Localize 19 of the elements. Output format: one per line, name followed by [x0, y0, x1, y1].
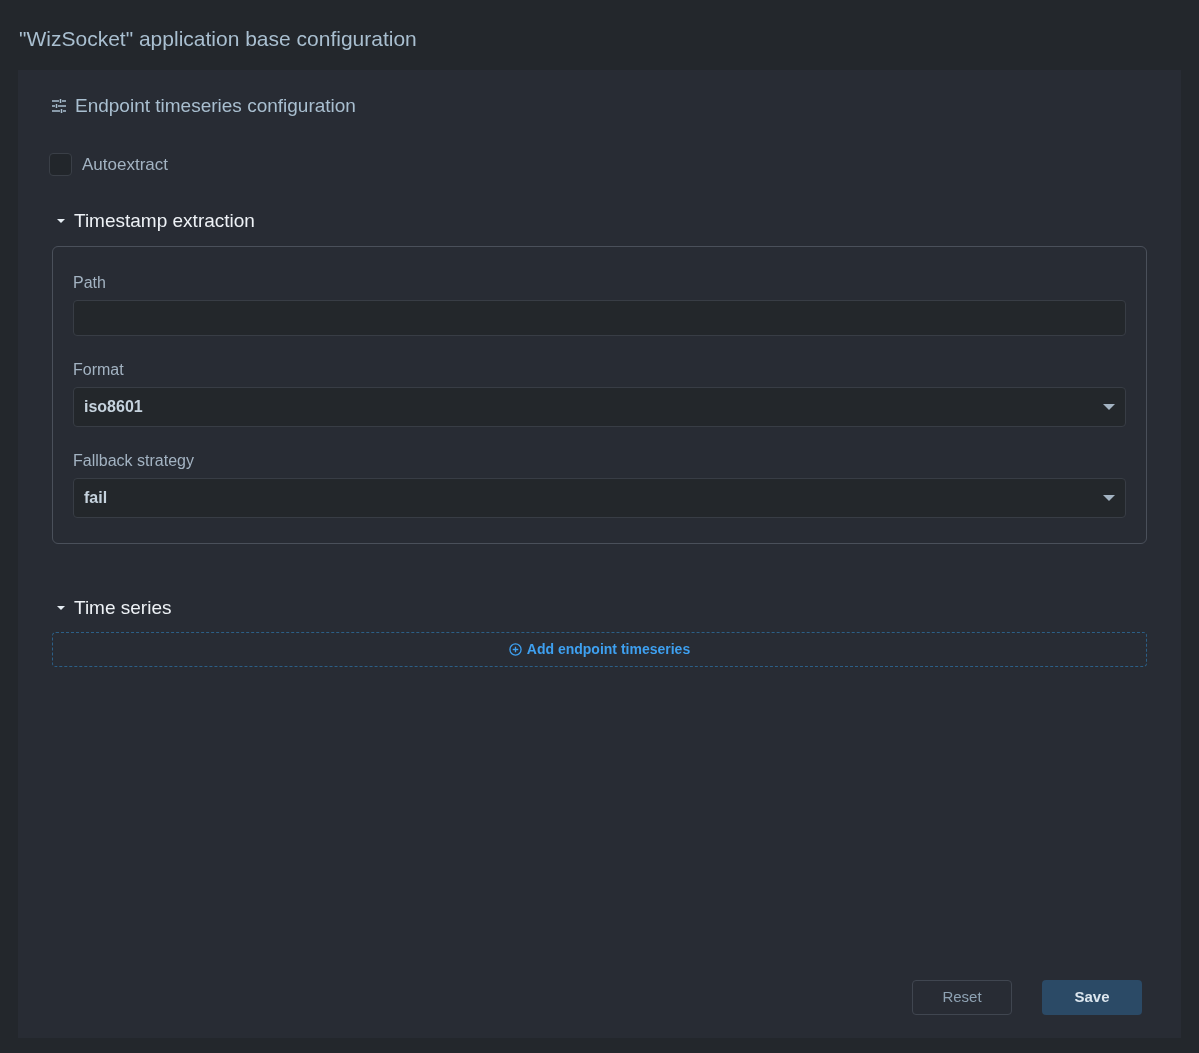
page-title: "WizSocket" application base configuration [18, 26, 418, 52]
save-button[interactable]: Save [1042, 980, 1142, 1015]
section-title: Time series [74, 595, 172, 620]
reset-button[interactable]: Reset [912, 980, 1012, 1015]
field-label: Format [73, 359, 125, 380]
select-field[interactable]: fail [73, 477, 1126, 518]
add-circle-icon [508, 643, 522, 656]
sliders-icon [51, 98, 67, 115]
field-label: Path [73, 272, 107, 293]
input-field[interactable] [73, 299, 1126, 336]
panel-title: Endpoint timeseries configuration [75, 94, 356, 118]
select-field[interactable]: iso8601 [73, 386, 1126, 427]
checkbox-label: Autoextract [82, 153, 168, 176]
field-label: Fallback strategy [73, 450, 195, 471]
add-timeseries-button[interactable]: Add endpoint timeseries [52, 632, 1147, 667]
dropdown-arrow-icon [1103, 403, 1115, 410]
section-title: Timestamp extraction [74, 209, 255, 233]
dropdown-arrow-icon [1103, 494, 1115, 501]
checkbox[interactable] [49, 152, 72, 176]
